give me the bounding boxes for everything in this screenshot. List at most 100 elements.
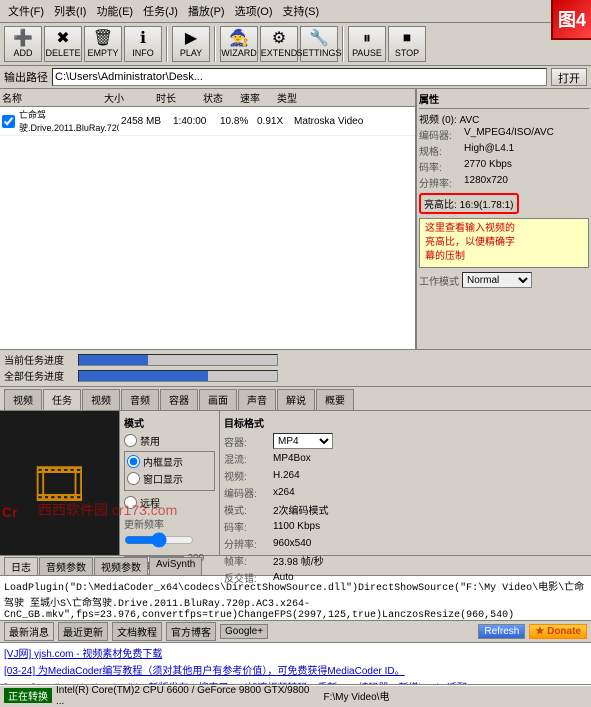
menu-options[interactable]: 选项(O)	[231, 2, 277, 20]
news-item-2[interactable]: [03-24] 为MediaCoder编写教程（须对其他用户有参考价值），可免费…	[4, 662, 587, 677]
info-icon: ℹ	[140, 31, 146, 47]
target-format-panel: 目标格式 容器: MP4 混流: MP4Box 视频: H.264 编码器: x…	[220, 411, 591, 555]
mode-option-2: 内框显示	[127, 454, 212, 469]
tab-container[interactable]: 容器	[160, 389, 198, 410]
tab-audio[interactable]: 音频	[121, 389, 159, 410]
main-tabs: 视频 任务 视频 音频 容器 画面 声音 解说 概要	[0, 387, 591, 411]
target-encoder-row: 编码器: x264	[224, 485, 587, 500]
current-progress-label: 当前任务进度	[4, 352, 74, 367]
play-button[interactable]: ▶ PLAY	[172, 26, 210, 62]
delete-icon: ✖	[56, 31, 69, 47]
tab-video-1[interactable]: 视频	[4, 389, 42, 410]
props-video-label: 视频 (0): AVC	[419, 111, 589, 126]
file-name: 亡命驾驶.Drive.2011.BluRay.720p.AC3...	[19, 108, 119, 134]
work-mode-select[interactable]: Normal	[462, 272, 532, 288]
props-resolution: 分辨率: 1280x720	[419, 175, 589, 190]
work-mode-row: 工作模式 Normal	[419, 272, 589, 288]
col-header-name: 名称	[2, 90, 102, 105]
props-encoder: 编码器: V_MPEG4/ISO/AVC	[419, 127, 589, 142]
slider-container: 更新频率	[124, 516, 215, 550]
table-row[interactable]: 亡命驾驶.Drive.2011.BluRay.720p.AC3... 2458 …	[0, 107, 415, 136]
output-row: 输出路径 打开	[0, 66, 591, 89]
tab-task[interactable]: 任务	[43, 389, 81, 410]
current-progress-row: 当前任务进度	[4, 352, 587, 367]
menu-func[interactable]: 功能(E)	[92, 2, 137, 20]
col-header-speed: 速率	[240, 90, 275, 105]
extend-icon: ⚙	[272, 31, 286, 47]
empty-button[interactable]: 🗑 EMPTY	[84, 26, 122, 62]
news-body: [VJ网] yjsh.com - 视频素材免费下载 [03-24] 为Media…	[0, 643, 591, 685]
log-line-1: LoadPlugin("D:\MediaCoder_x64\codecs\Dir…	[4, 578, 587, 621]
settings-icon: 🔧	[309, 31, 329, 47]
file-panel: 名称 大小 时长 状态 速率 类型 亡命驾驶.Drive.2011.BluRay…	[0, 89, 416, 349]
log-tab-audio-params[interactable]: 音频参数	[39, 557, 93, 575]
menu-list[interactable]: 列表(I)	[50, 2, 90, 20]
menubar: 文件(F) 列表(I) 功能(E) 任务(J) 播放(P) 选项(O) 支持(S…	[0, 0, 591, 23]
watermark-cr: Cr	[2, 504, 18, 520]
file-speed: 0.91X	[257, 116, 292, 127]
stop-button[interactable]: ⏹ STOP	[388, 26, 426, 62]
mode-radio-window[interactable]	[127, 472, 140, 485]
news-tab-blog[interactable]: 官方博客	[166, 622, 216, 641]
target-video-row: 视频: H.264	[224, 468, 587, 483]
container-select[interactable]: MP4	[273, 433, 333, 449]
status-bar: 正在转换 Intel(R) Core(TM)2 CPU 6600 / GeFor…	[0, 685, 591, 705]
donate-button[interactable]: ★ Donate	[529, 624, 587, 639]
target-title: 目标格式	[224, 415, 587, 430]
output-path-input[interactable]	[52, 68, 547, 86]
tab-video-2[interactable]: 视频	[82, 389, 120, 410]
video-preview: 🎞	[0, 411, 120, 555]
logo-badge: 图4	[551, 0, 591, 40]
file-list-body: 亡命驾驶.Drive.2011.BluRay.720p.AC3... 2458 …	[0, 107, 415, 349]
open-button[interactable]: 打开	[551, 68, 587, 86]
watermark-text: 西西软件园 cr173.com	[38, 500, 177, 520]
menu-task[interactable]: 任务(J)	[139, 2, 182, 20]
tab-summary[interactable]: 概要	[316, 389, 354, 410]
toolbar-sep-3	[342, 26, 344, 62]
news-item-1[interactable]: [VJ网] yjsh.com - 视频素材免费下载	[4, 645, 587, 660]
file-checkbox[interactable]	[2, 115, 15, 128]
update-slider[interactable]	[124, 533, 194, 547]
settings-button[interactable]: 🔧 SETTINGS	[300, 26, 338, 62]
menu-play[interactable]: 播放(P)	[184, 2, 229, 20]
news-tab-google[interactable]: Google+	[220, 624, 268, 639]
news-tab-recent[interactable]: 最近更新	[58, 622, 108, 641]
add-button[interactable]: ➕ ADD	[4, 26, 42, 62]
file-time: 1:40:00	[173, 116, 218, 127]
menu-support[interactable]: 支持(S)	[279, 2, 324, 20]
progress-area: 当前任务进度 全部任务进度	[0, 349, 591, 387]
total-progress-bar	[78, 370, 278, 382]
converting-label: 正在转换	[4, 688, 52, 703]
tab-sound[interactable]: 声音	[238, 389, 276, 410]
log-tab-video-params[interactable]: 视频参数	[94, 557, 148, 575]
stop-icon: ⏹	[403, 31, 411, 47]
mode-radio-disabled[interactable]	[124, 434, 137, 447]
log-area: LoadPlugin("D:\MediaCoder_x64\codecs\Dir…	[0, 576, 591, 621]
empty-icon: 🗑	[93, 31, 113, 47]
news-header: 最新消息 最近更新 文档教程 官方博客 Google+ Refresh ★ Do…	[0, 621, 591, 643]
tab-picture[interactable]: 画面	[199, 389, 237, 410]
extend-button[interactable]: ⚙ EXTEND	[260, 26, 298, 62]
log-tab-log[interactable]: 日志	[4, 557, 38, 575]
target-mode-row: 模式: 2次编码模式	[224, 502, 587, 517]
tab-subtitle[interactable]: 解说	[277, 389, 315, 410]
wizard-button[interactable]: 🧙 WIZARD	[220, 26, 258, 62]
mode-panel: 模式 禁用 内框显示 窗口显示 远程 更新频率 更新频率 200 ms	[120, 411, 220, 555]
pause-button[interactable]: ⏸ PAUSE	[348, 26, 386, 62]
news-tab-docs[interactable]: 文档教程	[112, 622, 162, 641]
toolbar-sep-1	[166, 26, 168, 62]
log-tab-avisynth[interactable]: AviSynth	[149, 557, 202, 575]
content-area: 🎞 模式 禁用 内框显示 窗口显示 远程 更新频率 更新频率	[0, 411, 591, 556]
delete-button[interactable]: ✖ DELETE	[44, 26, 82, 62]
target-fps-row: 帧率: 23.98 帧/秒	[224, 553, 587, 568]
menu-file[interactable]: 文件(F)	[4, 2, 48, 20]
refresh-button[interactable]: Refresh	[478, 624, 525, 639]
total-progress-label: 全部任务进度	[4, 368, 74, 383]
add-icon: ➕	[13, 31, 33, 47]
main-area: 名称 大小 时长 状态 速率 类型 亡命驾驶.Drive.2011.BluRay…	[0, 89, 591, 349]
mode-radio-inner[interactable]	[127, 455, 140, 468]
info-button[interactable]: ℹ INFO	[124, 26, 162, 62]
file-status: 10.8%	[220, 116, 255, 127]
news-tab-latest[interactable]: 最新消息	[4, 622, 54, 641]
props-bitrate: 码率: 2770 Kbps	[419, 159, 589, 174]
